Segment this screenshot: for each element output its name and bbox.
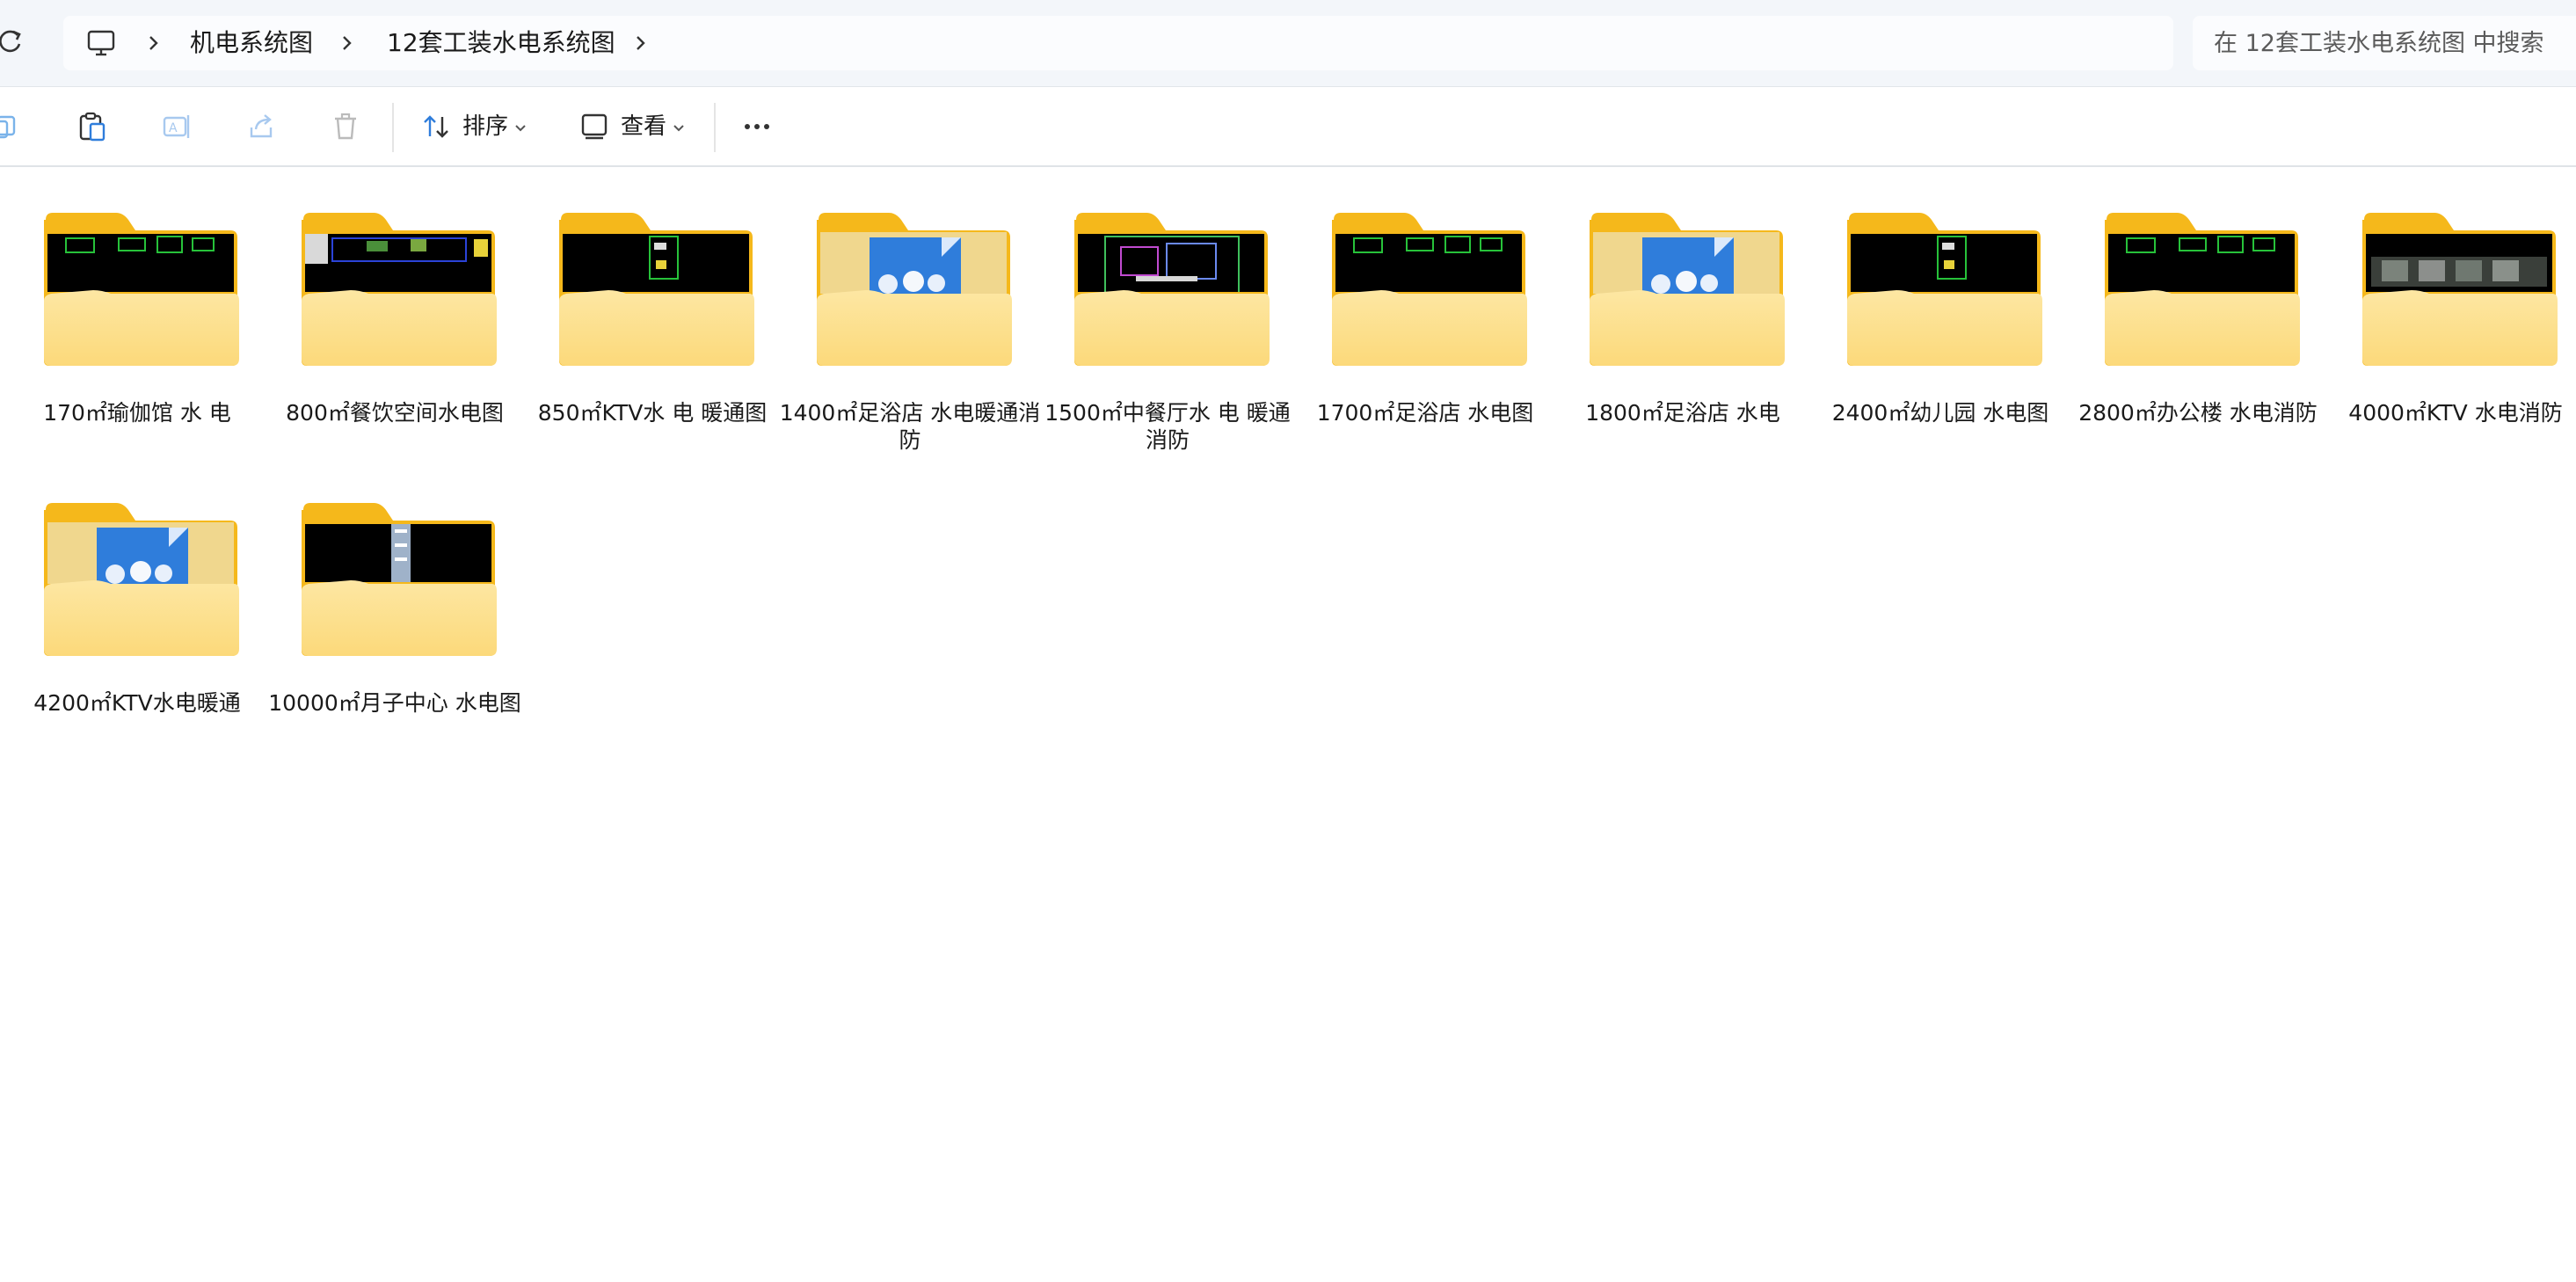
folder-icon (1328, 209, 1529, 368)
folder-icon (40, 499, 241, 658)
folder-name: 10000㎡月子中心 水电图 (268, 690, 521, 716)
folder-name: 1800㎡足浴店 水电 (1585, 400, 1780, 426)
folder-icon (556, 209, 756, 368)
chevron-down-icon (513, 120, 528, 137)
file-list: 170㎡瑜伽馆 水 电 800㎡餐饮空间水电图 850㎡KTV水 电 暖通图 1400… (0, 167, 2576, 1282)
folder-name: 4200㎡KTV水电暖通 (33, 690, 241, 716)
view-button[interactable]: 查看 (577, 105, 695, 149)
sort-label: 排序 (462, 113, 509, 140)
more-options-icon[interactable] (740, 110, 774, 143)
folder-icon (1586, 209, 1786, 368)
view-icon (579, 110, 612, 147)
chevron-right-icon[interactable] (629, 30, 652, 56)
search-box[interactable] (2193, 16, 2576, 70)
folder-icon (2359, 209, 2559, 368)
this-pc-icon[interactable] (86, 28, 116, 58)
folder-icon (2101, 209, 2302, 368)
folder-name: 1500㎡中餐厅水 电 暖通 消防 (1044, 400, 1291, 453)
folder-name: 2800㎡办公楼 水电消防 (2078, 400, 2318, 426)
folder-icon (298, 499, 498, 658)
paste-icon[interactable] (76, 110, 109, 143)
address-bar[interactable]: 机电系统图 12套工装水电系统图 (63, 16, 2173, 70)
folder-icon (298, 209, 498, 368)
rename-icon[interactable]: A (160, 110, 193, 143)
command-bar: A 排序 查看 (0, 86, 2576, 167)
svg-text:A: A (169, 121, 178, 135)
breadcrumb-item-mep[interactable]: 机电系统图 (190, 26, 313, 60)
folder-name: 1400㎡足浴店 水电暖通消防 (779, 400, 1041, 453)
chevron-right-icon[interactable] (336, 30, 359, 56)
breadcrumb-item-current[interactable]: 12套工装水电系统图 (387, 26, 615, 60)
folder-name: 170㎡瑜伽馆 水 电 (43, 400, 231, 426)
sort-button[interactable]: 排序 (418, 105, 536, 149)
chevron-down-icon (672, 120, 686, 137)
folder-name: 800㎡餐饮空间水电图 (286, 400, 504, 426)
folder-icon (1071, 209, 1271, 368)
search-input[interactable] (2214, 25, 2576, 62)
copy-icon[interactable] (0, 110, 21, 143)
toolbar-divider (392, 103, 394, 152)
view-label: 查看 (621, 113, 667, 140)
folder-icon (1844, 209, 2044, 368)
chevron-right-icon[interactable] (142, 30, 165, 56)
folder-name: 850㎡KTV水 电 暖通图 (537, 400, 768, 426)
folder-name: 2400㎡幼儿园 水电图 (1831, 400, 2049, 426)
share-icon[interactable] (244, 110, 278, 143)
folder-name: 1700㎡足浴店 水电图 (1316, 400, 1534, 426)
toolbar-divider (714, 103, 716, 152)
refresh-icon[interactable] (0, 25, 25, 60)
sort-icon (420, 110, 454, 147)
folder-icon (813, 209, 1014, 368)
address-bar-row: 机电系统图 12套工装水电系统图 (0, 0, 2576, 86)
folder-name: 4000㎡KTV 水电消防 (2348, 400, 2563, 426)
delete-icon[interactable] (329, 110, 362, 143)
folder-icon (40, 209, 241, 368)
